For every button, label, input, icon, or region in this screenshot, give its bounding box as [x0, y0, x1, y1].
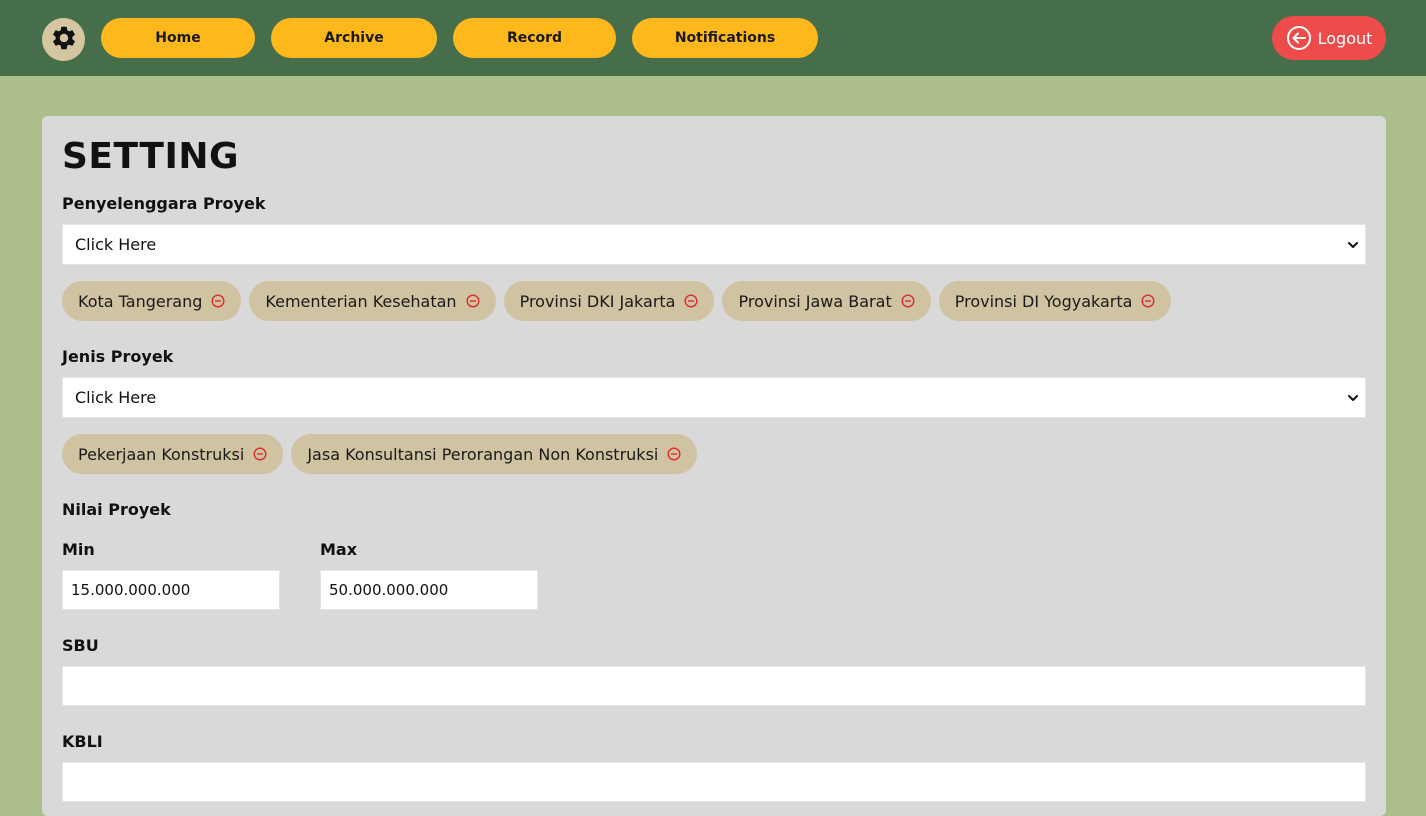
nav-home-button[interactable]: Home: [101, 18, 255, 58]
nav-archive-label: Archive: [324, 30, 384, 46]
chip-kota-tangerang: Kota Tangerang: [62, 281, 242, 321]
jenis-label: Jenis Proyek: [62, 347, 174, 366]
nav-home-label: Home: [155, 30, 201, 46]
nav-record-label: Record: [506, 30, 563, 46]
settings-button[interactable]: [42, 18, 85, 61]
nav-notifications-button[interactable]: Notifications: [632, 18, 818, 58]
jenis-chip-list: Pekerjaan Konstruksi Jasa Konsultansi Pe…: [62, 434, 698, 474]
chip-pekerjaan-konstruksi: Pekerjaan Konstruksi: [62, 434, 284, 474]
remove-circle-icon[interactable]: [466, 294, 480, 308]
sbu-label: SBU: [62, 636, 99, 655]
min-value-input[interactable]: 15.000.000.000: [62, 570, 280, 610]
remove-circle-icon[interactable]: [253, 447, 267, 461]
chip-provinsi-jawa-barat: Provinsi Jawa Barat: [722, 281, 931, 321]
chip-provinsi-dki-jakarta: Provinsi DKI Jakarta: [503, 281, 715, 321]
max-value-input[interactable]: 50.000.000.000: [320, 570, 538, 610]
chip-label: Kota Tangerang: [78, 291, 203, 311]
remove-circle-icon[interactable]: [1141, 294, 1155, 308]
top-navbar: Home Archive Record Notifications Logout: [0, 0, 1426, 76]
penyelenggara-label: Penyelenggara Proyek: [62, 194, 266, 213]
jenis-select[interactable]: Click Here: [62, 377, 1366, 418]
nilai-label: Nilai Proyek: [62, 500, 171, 519]
gear-icon: [50, 24, 78, 56]
chevron-down-icon: [1347, 392, 1359, 404]
nav-record-button[interactable]: Record: [453, 18, 616, 58]
penyelenggara-select-value: Click Here: [75, 235, 157, 254]
logout-arrow-icon: [1286, 25, 1312, 51]
chip-label: Jasa Konsultansi Perorangan Non Konstruk…: [307, 444, 659, 464]
kbli-label: KBLI: [62, 732, 103, 751]
max-label: Max: [320, 540, 358, 559]
kbli-input[interactable]: [62, 762, 1366, 802]
sbu-input[interactable]: [62, 666, 1366, 706]
nav-notifications-label: Notifications: [674, 30, 776, 46]
chevron-down-icon: [1347, 239, 1359, 251]
remove-circle-icon[interactable]: [684, 294, 698, 308]
remove-circle-icon[interactable]: [211, 294, 225, 308]
page-title: SETTING: [62, 136, 240, 177]
jenis-select-value: Click Here: [75, 388, 157, 407]
chip-label: Provinsi DI Yogyakarta: [954, 291, 1133, 311]
settings-card: SETTING Penyelenggara Proyek Click Here …: [42, 116, 1386, 816]
min-label: Min: [62, 540, 95, 559]
chip-jasa-konsultansi: Jasa Konsultansi Perorangan Non Konstruk…: [291, 434, 698, 474]
chip-provinsi-di-yogyakarta: Provinsi DI Yogyakarta: [938, 281, 1172, 321]
logout-label: Logout: [1317, 28, 1373, 48]
nav-archive-button[interactable]: Archive: [271, 18, 437, 58]
chip-kementerian-kesehatan: Kementerian Kesehatan: [249, 281, 496, 321]
penyelenggara-chip-list: Kota Tangerang Kementerian Kesehatan Pro…: [62, 281, 1172, 321]
logout-button[interactable]: Logout: [1272, 16, 1386, 60]
chip-label: Provinsi DKI Jakarta: [519, 291, 676, 311]
chip-label: Provinsi Jawa Barat: [738, 291, 892, 311]
penyelenggara-select[interactable]: Click Here: [62, 224, 1366, 265]
remove-circle-icon[interactable]: [667, 447, 681, 461]
chip-label: Pekerjaan Konstruksi: [78, 444, 245, 464]
chip-label: Kementerian Kesehatan: [265, 291, 457, 311]
remove-circle-icon[interactable]: [901, 294, 915, 308]
